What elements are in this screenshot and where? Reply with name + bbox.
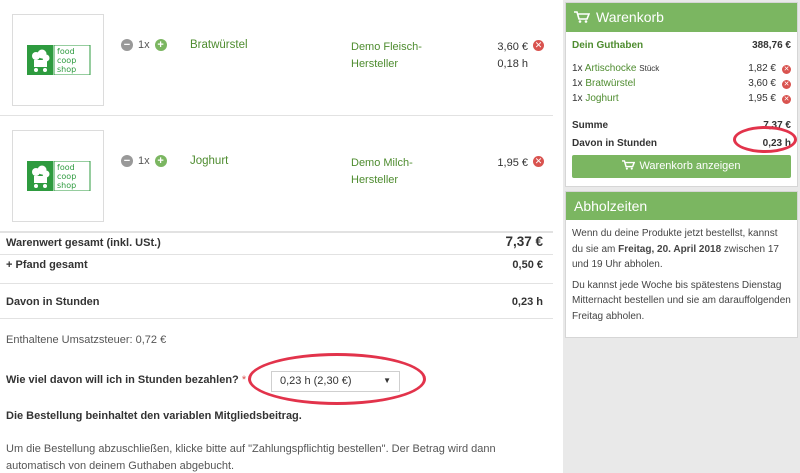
- plus-icon[interactable]: +: [154, 155, 167, 167]
- divider: [0, 254, 553, 255]
- show-cart-label: Warenkorb anzeigen: [639, 160, 741, 172]
- summe-row: Summe 7,37 €: [572, 118, 791, 133]
- cart-line: 1x Joghurt 1,95 € ✕: [572, 91, 791, 106]
- logo-line-2: coop: [57, 56, 76, 65]
- ust-text: Enthaltene Umsatzsteuer: 0,72 €: [6, 334, 167, 346]
- warenkorb-panel: Warenkorb Dein Guthaben 388,76 € 1x Arti…: [565, 2, 798, 187]
- minus-icon[interactable]: −: [121, 155, 133, 167]
- remove-icon[interactable]: ✕: [782, 95, 791, 104]
- logo-line-3: shop: [57, 65, 76, 74]
- guthaben-row: Dein Guthaben 388,76 €: [572, 38, 791, 53]
- stunden-value: 0,23 h: [511, 296, 543, 308]
- stunden-label: Davon in Stunden: [6, 296, 100, 308]
- cart-icon: [622, 160, 636, 170]
- abholzeiten-body: Wenn du deine Produkte jetzt bestellst, …: [566, 220, 797, 337]
- foodcoop-logo-icon: food coop shop: [27, 45, 91, 75]
- remove-icon[interactable]: ✕: [782, 65, 791, 74]
- product-image[interactable]: food coop shop: [12, 14, 104, 106]
- pickup-info: Wenn du deine Produkte jetzt bestellst, …: [572, 226, 791, 273]
- sidebar: Warenkorb Dein Guthaben 388,76 € 1x Arti…: [565, 2, 798, 342]
- cart-line-name[interactable]: Joghurt: [585, 93, 618, 104]
- pfand-row: + Pfand gesamt 0,50 €: [6, 259, 543, 271]
- abholzeiten-panel: Abholzeiten Wenn du deine Produkte jetzt…: [565, 191, 798, 338]
- pfand-value: 0,50 €: [512, 259, 543, 271]
- quantity-value: 1x: [138, 155, 150, 167]
- remove-icon[interactable]: ✕: [533, 156, 544, 167]
- logo-line-2: coop: [57, 172, 76, 181]
- cart-line-price: 1,95 €: [748, 93, 776, 104]
- summe-label: Summe: [572, 120, 609, 131]
- divider: [0, 232, 553, 233]
- guthaben-value: 388,76 €: [752, 40, 791, 51]
- show-cart-button[interactable]: Warenkorb anzeigen: [572, 155, 791, 178]
- abholzeiten-header: Abholzeiten: [566, 192, 797, 220]
- warenkorb-header: Warenkorb: [566, 3, 797, 32]
- cart-main: food coop shop − 1x + Bratwürstel Demo F…: [0, 0, 553, 473]
- divider: [0, 283, 553, 284]
- pfand-label: + Pfand gesamt: [6, 259, 88, 271]
- hours-question: Wie viel davon will ich in Stunden bezah…: [6, 374, 246, 386]
- remove-icon[interactable]: ✕: [533, 40, 544, 51]
- warenwert-label: Warenwert gesamt (inkl. USt.): [6, 237, 161, 249]
- warenkorb-body: Dein Guthaben 388,76 € 1x Artischocke St…: [566, 32, 797, 186]
- caret-down-icon: ▼: [383, 376, 391, 385]
- product-name-link[interactable]: Joghurt: [190, 155, 228, 167]
- remove-icon[interactable]: ✕: [782, 80, 791, 89]
- membership-note: Die Bestellung beinhaltet den variablen …: [6, 410, 302, 422]
- abholzeiten-title: Abholzeiten: [574, 198, 648, 214]
- cart-line: 1x Artischocke Stück 1,82 € ✕: [572, 61, 791, 76]
- logo-line-1: food: [57, 47, 75, 56]
- cart-line: 1x Bratwürstel 3,60 € ✕: [572, 76, 791, 91]
- logo-line-1: food: [57, 163, 75, 172]
- cart-line-qty: 1x: [572, 63, 583, 74]
- order-instructions: Um die Bestellung abzuschließen, klicke …: [6, 443, 496, 472]
- warenwert-row: Warenwert gesamt (inkl. USt.) 7,37 €: [6, 234, 543, 249]
- manufacturer-link[interactable]: Demo Milch- Hersteller: [351, 155, 441, 189]
- required-mark: *: [241, 374, 247, 386]
- item-price: 1,95 €: [497, 157, 528, 169]
- stunden-row: Davon in Stunden 0,23 h: [572, 136, 791, 151]
- quantity-value: 1x: [138, 39, 150, 51]
- manufacturer-link[interactable]: Demo Fleisch- Hersteller: [351, 39, 441, 73]
- cart-item: food coop shop − 1x + Bratwürstel Demo F…: [0, 0, 553, 116]
- cart-line-qty: 1x: [572, 78, 583, 89]
- logo-line-3: shop: [57, 181, 76, 190]
- product-image[interactable]: food coop shop: [12, 130, 104, 222]
- price-block: 3,60 € 0,18 h: [497, 39, 528, 73]
- divider: [0, 318, 553, 319]
- quantity-stepper: − 1x +: [121, 38, 167, 52]
- plus-icon[interactable]: +: [154, 39, 167, 51]
- cart-line-price: 1,82 €: [748, 63, 776, 74]
- quantity-stepper: − 1x +: [121, 154, 167, 168]
- cart-line-unit: Stück: [639, 64, 660, 73]
- item-hours: 0,18 h: [497, 58, 528, 70]
- warenwert-value: 7,37 €: [505, 234, 543, 249]
- stunden-value: 0,23 h: [762, 138, 791, 149]
- hours-select[interactable]: 0,23 h (2,30 €) ▼: [271, 371, 400, 392]
- guthaben-label: Dein Guthaben: [572, 40, 644, 51]
- cart-line-qty: 1x: [572, 93, 583, 104]
- foodcoop-logo-icon: food coop shop: [27, 161, 91, 191]
- warenkorb-title: Warenkorb: [596, 9, 664, 25]
- cart-line-name[interactable]: Bratwürstel: [585, 78, 635, 89]
- pickup-date: Freitag, 20. April 2018: [618, 243, 722, 255]
- cart-line-name[interactable]: Artischocke: [585, 63, 637, 74]
- order-deadline: Du kannst jede Woche bis spätestens Dien…: [572, 279, 791, 322]
- hours-select-value: 0,23 h (2,30 €): [280, 375, 352, 387]
- hours-question-label: Wie viel davon will ich in Stunden bezah…: [6, 374, 239, 386]
- cart-item: food coop shop − 1x + Joghurt Demo Milch…: [0, 116, 553, 232]
- price-block: 1,95 €: [497, 155, 528, 172]
- minus-icon[interactable]: −: [121, 39, 133, 51]
- cart-icon: [574, 11, 590, 23]
- item-price: 3,60 €: [497, 41, 528, 53]
- product-name-link[interactable]: Bratwürstel: [190, 39, 248, 51]
- summe-value: 7,37 €: [763, 120, 791, 131]
- stunden-label: Davon in Stunden: [572, 138, 657, 149]
- stunden-row: Davon in Stunden 0,23 h: [6, 296, 543, 308]
- cart-line-price: 3,60 €: [748, 78, 776, 89]
